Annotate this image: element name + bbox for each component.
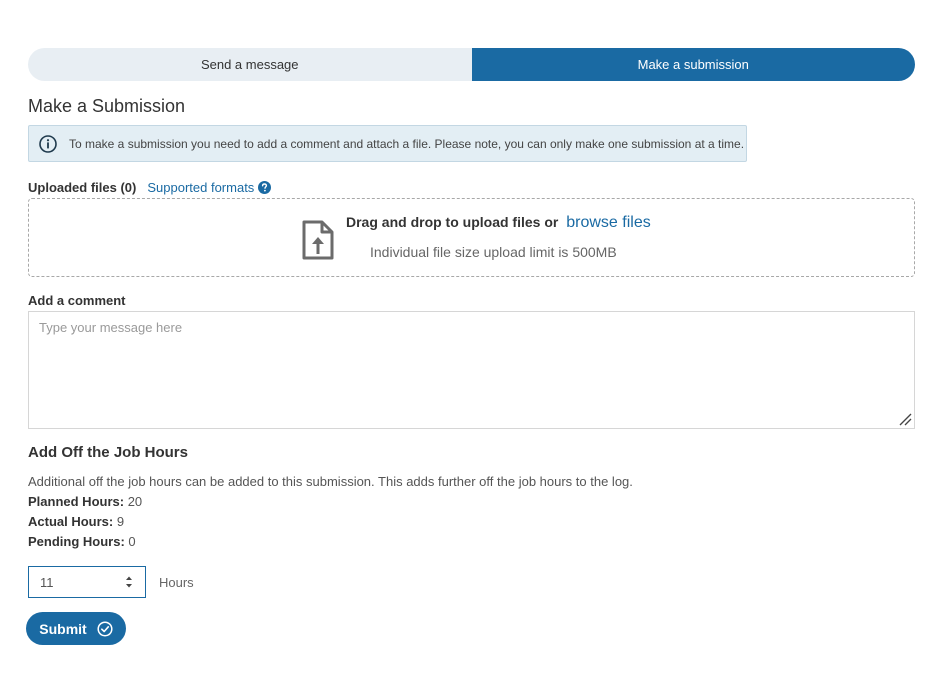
actual-hours-value: 9 (116, 514, 125, 529)
submit-label: Submit (39, 620, 87, 637)
tab-bar: Send a message Make a submission (28, 48, 915, 81)
comment-textarea[interactable] (28, 311, 915, 429)
pending-hours-value: 0 (128, 534, 136, 549)
planned-hours: Planned Hours: 20 (28, 494, 142, 509)
info-text: To make a submission you need to add a c… (69, 136, 745, 151)
hours-number-input[interactable]: 11 (28, 566, 146, 598)
uploaded-files-label: Uploaded files (0) (28, 180, 137, 195)
resize-handle-icon[interactable] (898, 412, 912, 426)
submission-page: Send a message Make a submission Make a … (0, 0, 940, 681)
spinner-arrows-icon[interactable] (124, 574, 134, 590)
tab-send-message[interactable]: Send a message (28, 48, 472, 81)
actual-hours: Actual Hours: 9 (28, 514, 124, 529)
tab-make-submission[interactable]: Make a submission (471, 48, 915, 81)
planned-hours-label: Planned Hours: (28, 494, 125, 509)
drop-text: Drag and drop to upload files or (346, 214, 559, 230)
file-dropzone[interactable]: Drag and drop to upload files or browse … (28, 198, 915, 277)
planned-hours-value: 20 (127, 494, 143, 509)
file-upload-icon (301, 219, 335, 261)
comment-label: Add a comment (28, 293, 126, 308)
supported-formats-link[interactable]: Supported formats (147, 180, 254, 195)
uploaded-files-line: Uploaded files (0) Supported formats (28, 180, 272, 195)
actual-hours-label: Actual Hours: (28, 514, 114, 529)
file-size-limit: Individual file size upload limit is 500… (370, 244, 617, 260)
check-circle-icon (97, 620, 113, 637)
hours-input-value[interactable]: 11 (40, 575, 124, 590)
info-banner: To make a submission you need to add a c… (28, 125, 747, 162)
pending-hours-label: Pending Hours: (28, 534, 125, 549)
submit-button[interactable]: Submit (26, 612, 126, 645)
page-title: Make a Submission (28, 96, 186, 116)
hours-section-title: Add Off the Job Hours (28, 444, 188, 461)
info-icon (39, 134, 57, 153)
dropzone-instructions: Drag and drop to upload files or browse … (346, 214, 651, 232)
question-circle-icon[interactable] (258, 181, 272, 194)
pending-hours: Pending Hours: 0 (28, 534, 136, 549)
browse-files-link[interactable]: browse files (566, 214, 650, 231)
hours-unit-label: Hours (159, 575, 194, 590)
hours-description: Additional off the job hours can be adde… (28, 474, 633, 489)
